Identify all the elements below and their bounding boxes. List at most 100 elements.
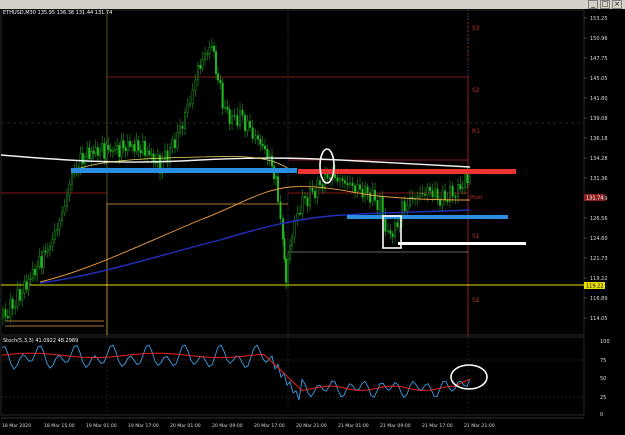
- candle-body: [419, 193, 422, 197]
- price-tick: 119.22: [590, 276, 608, 282]
- candle-body: [61, 212, 64, 221]
- candle-body: [457, 184, 460, 198]
- candle-body: [70, 173, 73, 185]
- candle-body: [221, 82, 224, 109]
- candle-body: [150, 153, 153, 156]
- candle-body: [116, 145, 119, 150]
- candle-body: [293, 220, 296, 238]
- stoch-tick-0: 0: [600, 412, 603, 418]
- candle-body: [416, 196, 419, 199]
- candle-body: [212, 45, 215, 52]
- price-tick: 136.18: [590, 136, 608, 142]
- candle-body: [128, 141, 131, 147]
- candle-body: [90, 150, 93, 159]
- candle-body: [431, 190, 434, 198]
- support-bar-blue-right[interactable]: [347, 215, 508, 219]
- time-tick: 18 Mar 2020: [2, 423, 31, 429]
- window-titlebar: _ □ ×: [0, 0, 625, 9]
- candle-body: [181, 125, 184, 129]
- candle-body: [34, 269, 37, 276]
- candle-body: [219, 79, 222, 84]
- candle-body: [131, 144, 134, 147]
- candle-body: [201, 59, 204, 69]
- candle-body: [23, 281, 26, 294]
- candle-body: [214, 51, 217, 75]
- candle-body: [19, 289, 22, 301]
- candle-body: [354, 185, 357, 192]
- candle-body: [4, 309, 7, 317]
- candle-body: [371, 189, 374, 203]
- candle-body: [261, 144, 264, 147]
- candle-body: [42, 250, 45, 268]
- price-axis: 153.25 150.96 147.75 145.05 141.80 139.08 136.…: [584, 16, 608, 322]
- maximize-button[interactable]: □: [600, 0, 610, 9]
- ma-orange-line: [39, 186, 471, 283]
- candle-body: [96, 147, 99, 156]
- candle-body: [101, 143, 104, 151]
- candle-body: [2, 309, 5, 319]
- support-bar-white[interactable]: [398, 242, 526, 245]
- candle-body: [289, 245, 292, 260]
- candle-body: [301, 196, 304, 214]
- candle-body: [81, 153, 84, 164]
- candle-body: [183, 112, 186, 129]
- candle-body: [168, 147, 171, 163]
- candle-body: [241, 109, 244, 116]
- stoch-axis: 100 75 50 25 0: [600, 339, 610, 418]
- candle-body: [38, 256, 41, 267]
- highlight-ellipse-stoch[interactable]: [450, 364, 488, 390]
- time-tick: 21 Mar 17:00: [422, 423, 453, 429]
- candle-body: [316, 180, 319, 199]
- time-tick: 20 Mar 09:00: [212, 423, 243, 429]
- candle-body: [53, 230, 56, 240]
- candle-body: [468, 176, 471, 184]
- candle-body: [283, 238, 286, 260]
- candle-body: [394, 222, 397, 237]
- candle-body: [243, 114, 246, 131]
- resistance-bar-red[interactable]: [298, 169, 516, 174]
- stoch-main-line: [1, 344, 471, 401]
- time-tick: 20 Mar 01:00: [170, 423, 201, 429]
- close-button[interactable]: ×: [612, 0, 622, 9]
- stoch-caption: Stoch(5,3,3) 41.0922 48.2989: [3, 338, 79, 344]
- candle-body: [51, 239, 54, 247]
- minimize-button[interactable]: _: [588, 0, 598, 9]
- chart-canvas[interactable]: S3 S2 R1 S1 S2 Pivot 153.25150.96147.751…: [0, 9, 625, 431]
- candle-body: [319, 180, 322, 185]
- candle-body: [25, 281, 28, 290]
- candle-body: [251, 127, 254, 139]
- candle-body: [196, 65, 199, 81]
- candle-body: [46, 249, 49, 253]
- chart-window[interactable]: S3 S2 R1 S1 S2 Pivot 153.25 150.96 147.75 1…: [0, 9, 625, 431]
- candle-body: [194, 79, 197, 91]
- candle-body: [309, 187, 312, 207]
- price-tick: 126.56: [590, 216, 608, 222]
- stoch-panel-border: [0, 336, 585, 416]
- pivot-label-upper: S2: [472, 87, 480, 94]
- time-tick: 18 Mar 15:00: [44, 423, 75, 429]
- candle-body: [44, 250, 47, 253]
- candle-body: [459, 184, 462, 190]
- time-tick: 21 Mar 01:00: [338, 423, 369, 429]
- candle-body: [389, 230, 392, 234]
- candle-body: [233, 115, 236, 117]
- stoch-tick-25: 25: [600, 395, 606, 401]
- candle-body: [31, 269, 34, 279]
- candle-body: [65, 195, 68, 207]
- pivot-label-s3: S3: [472, 25, 480, 32]
- support-bar-blue-left[interactable]: [71, 168, 297, 173]
- candle-body: [406, 205, 409, 212]
- candle-body: [291, 236, 294, 246]
- candle-body: [451, 185, 454, 197]
- candle-body: [124, 147, 127, 152]
- candle-body: [238, 109, 241, 126]
- candle-body: [29, 278, 32, 280]
- current-price-label: 131.74: [586, 196, 604, 202]
- time-tick: 19 Mar 01:00: [86, 423, 117, 429]
- time-axis: 18 Mar 2020 18 Mar 15:00 19 Mar 01:00 19 Ma…: [2, 423, 495, 429]
- candle-body: [336, 177, 339, 182]
- candle-body: [321, 184, 324, 190]
- candle-body: [424, 194, 427, 196]
- price-tick: 139.08: [590, 116, 608, 122]
- candle-body: [6, 316, 9, 319]
